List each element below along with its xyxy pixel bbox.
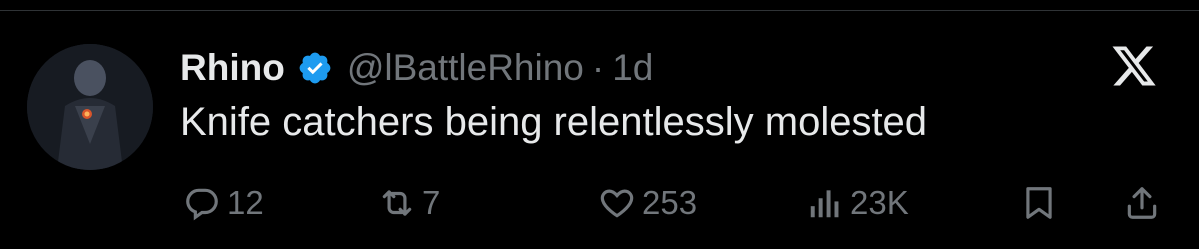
reply-icon	[186, 188, 218, 221]
bookmark-icon	[1026, 187, 1052, 219]
like-count: 253	[642, 184, 698, 221]
timestamp[interactable]: 1d	[612, 47, 653, 89]
author-name[interactable]: Rhino	[180, 47, 285, 89]
top-divider	[0, 10, 1199, 11]
bookmark-button[interactable]	[1020, 178, 1058, 228]
tweet-header: Rhino @lBattleRhino · 1d	[180, 38, 653, 98]
retweet-count: 7	[422, 184, 441, 221]
reply-count: 12	[227, 184, 264, 221]
avatar[interactable]	[27, 44, 153, 170]
like-icon	[600, 189, 634, 218]
avatar-image	[27, 44, 153, 170]
retweet-icon	[382, 190, 412, 216]
views-button[interactable]: 23K	[806, 178, 909, 228]
action-bar: 12 7 253 23K	[0, 178, 1199, 228]
separator-dot: ·	[591, 47, 605, 88]
retweet-button[interactable]: 7	[378, 178, 440, 228]
x-logo-icon	[1110, 42, 1158, 90]
share-button[interactable]	[1123, 178, 1161, 228]
views-count: 23K	[850, 184, 909, 221]
share-icon	[1127, 187, 1157, 219]
verified-badge-icon	[297, 50, 333, 86]
like-button[interactable]: 253	[598, 178, 697, 228]
views-icon	[810, 190, 839, 218]
tweet-text: Knife catchers being relentlessly molest…	[180, 100, 928, 144]
author-handle[interactable]: @lBattleRhino	[347, 47, 584, 89]
reply-button[interactable]: 12	[183, 178, 264, 228]
